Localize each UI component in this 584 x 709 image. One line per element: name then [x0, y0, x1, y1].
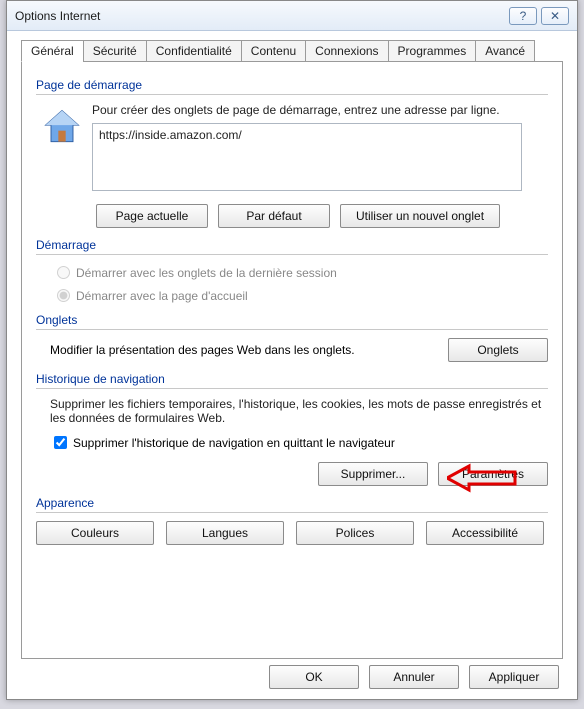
homepage-default-button[interactable]: Par défaut	[218, 204, 330, 228]
group-homepage-title: Page de démarrage	[36, 78, 548, 92]
tab-general[interactable]: Général	[21, 40, 84, 62]
startup-last-session-option[interactable]: Démarrer avec les onglets de la dernière…	[52, 263, 548, 280]
group-history: Historique de navigation Supprimer les f…	[36, 372, 548, 486]
help-button[interactable]: ?	[509, 7, 537, 25]
group-startup: Démarrage Démarrer avec les onglets de l…	[36, 238, 548, 303]
tab-bar: Général Sécurité Confidentialité Contenu…	[21, 39, 577, 61]
apply-button[interactable]: Appliquer	[469, 665, 559, 689]
group-appearance-title: Apparence	[36, 496, 548, 510]
tab-advanced[interactable]: Avancé	[475, 40, 535, 62]
history-delete-on-exit-label: Supprimer l'historique de navigation en …	[73, 436, 395, 450]
tab-connections[interactable]: Connexions	[305, 40, 388, 62]
history-delete-button[interactable]: Supprimer...	[318, 462, 428, 486]
tab-programs[interactable]: Programmes	[388, 40, 477, 62]
group-homepage: Page de démarrage Pour créer des onglets…	[36, 78, 548, 228]
homepage-url-input[interactable]	[92, 123, 522, 191]
history-delete-on-exit-checkbox[interactable]	[54, 436, 67, 449]
tab-privacy[interactable]: Confidentialité	[146, 40, 242, 62]
group-tabs: Onglets Modifier la présentation des pag…	[36, 313, 548, 362]
homepage-desc: Pour créer des onglets de page de démarr…	[92, 103, 548, 117]
group-history-title: Historique de navigation	[36, 372, 548, 386]
dialog-footer: OK Annuler Appliquer	[269, 665, 559, 689]
homepage-current-button[interactable]: Page actuelle	[96, 204, 208, 228]
close-button[interactable]: ✕	[541, 7, 569, 25]
tabs-desc: Modifier la présentation des pages Web d…	[50, 343, 355, 357]
startup-last-radio[interactable]	[57, 266, 70, 279]
group-startup-title: Démarrage	[36, 238, 548, 252]
appearance-languages-button[interactable]: Langues	[166, 521, 284, 545]
ok-button[interactable]: OK	[269, 665, 359, 689]
group-appearance: Apparence Couleurs Langues Polices Acces…	[36, 496, 548, 545]
history-desc: Supprimer les fichiers temporaires, l'hi…	[50, 397, 548, 425]
home-icon	[40, 105, 84, 149]
cancel-button[interactable]: Annuler	[369, 665, 459, 689]
group-tabs-title: Onglets	[36, 313, 548, 327]
titlebar: Options Internet ? ✕	[7, 1, 577, 31]
tabs-settings-button[interactable]: Onglets	[448, 338, 548, 362]
appearance-accessibility-button[interactable]: Accessibilité	[426, 521, 544, 545]
history-settings-button[interactable]: Paramètres	[438, 462, 548, 486]
startup-homepage-option[interactable]: Démarrer avec la page d'accueil	[52, 286, 548, 303]
tab-content[interactable]: Contenu	[241, 40, 306, 62]
startup-home-radio[interactable]	[57, 289, 70, 302]
appearance-fonts-button[interactable]: Polices	[296, 521, 414, 545]
tab-panel-general: Page de démarrage Pour créer des onglets…	[21, 61, 563, 659]
homepage-newtab-button[interactable]: Utiliser un nouvel onglet	[340, 204, 500, 228]
appearance-colors-button[interactable]: Couleurs	[36, 521, 154, 545]
tab-security[interactable]: Sécurité	[83, 40, 147, 62]
window-title: Options Internet	[15, 9, 505, 23]
dialog-window: Options Internet ? ✕ Général Sécurité Co…	[6, 0, 578, 700]
